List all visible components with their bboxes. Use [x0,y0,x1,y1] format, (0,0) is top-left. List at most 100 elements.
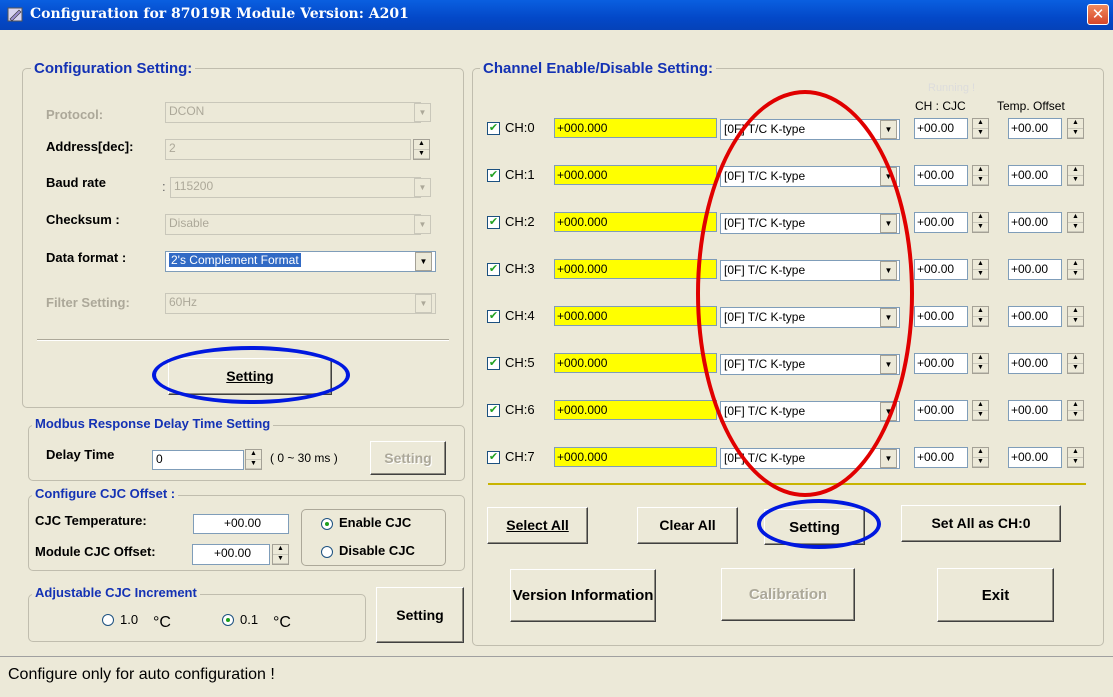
channel-type-select[interactable]: [0F] T/C K-type [720,448,900,469]
channel-value: +000.000 [554,212,717,232]
channel-offset-spin[interactable]: ▲ ▼ [1067,212,1084,233]
baud-colon: : [162,179,166,194]
cjc-offset-spin[interactable]: ▲ ▼ [272,544,289,565]
increment-setting-button[interactable]: Setting [376,587,464,643]
set-all-button[interactable]: Set All as CH:0 [901,505,1061,542]
filter-select[interactable]: 60Hz [165,293,436,314]
checksum-select[interactable]: Disable [165,214,421,235]
channel-type-select[interactable]: [0F] T/C K-type [720,119,900,140]
enable-cjc-radio[interactable] [321,518,333,530]
disable-cjc-label: Disable CJC [339,543,415,558]
calibration-button[interactable]: Calibration [721,568,855,621]
channel-checkbox[interactable]: ✔ [487,357,500,370]
cjc-temp-field[interactable]: +00.00 [193,514,289,534]
channel-offset-spin[interactable]: ▲ ▼ [1067,447,1084,468]
channel-cjc-field[interactable]: +00.00 [914,259,968,280]
window-title: Configuration for 87019R Module Version:… [30,6,409,22]
channel-offset-field[interactable]: +00.00 [1008,400,1062,421]
channel-offset-field[interactable]: +00.00 [1008,259,1062,280]
channel-offset-spin[interactable]: ▲ ▼ [1067,165,1084,186]
chevron-down-icon: ▼ [880,308,897,327]
channel-value: +000.000 [554,306,717,326]
channel-offset-spin[interactable]: ▲ ▼ [1067,259,1084,280]
increment-1-radio[interactable] [102,614,114,626]
clear-all-button[interactable]: Clear All [637,507,738,544]
modbus-setting-button[interactable]: Setting [370,441,446,475]
modbus-legend: Modbus Response Delay Time Setting [32,416,274,431]
channel-type-select[interactable]: [0F] T/C K-type [720,213,900,234]
channel-cjc-spin[interactable]: ▲ ▼ [972,306,989,327]
channel-offset-field[interactable]: +00.00 [1008,353,1062,374]
increment-1-unit: °C [153,614,171,631]
delay-spin[interactable]: ▲ ▼ [245,449,262,470]
channel-offset-spin[interactable]: ▲ ▼ [1067,353,1084,374]
channel-checkbox[interactable]: ✔ [487,404,500,417]
channel-offset-field[interactable]: +00.00 [1008,165,1062,186]
channel-cjc-spin[interactable]: ▲ ▼ [972,165,989,186]
config-setting-button[interactable]: Setting [168,358,332,395]
channel-checkbox[interactable]: ✔ [487,122,500,135]
channel-value: +000.000 [554,259,717,279]
channel-type-select[interactable]: [0F] T/C K-type [720,354,900,375]
increment-01-radio[interactable] [222,614,234,626]
address-field[interactable]: 2 [165,139,411,160]
config-legend: Configuration Setting: [31,60,196,77]
channel-cjc-field[interactable]: +00.00 [914,400,968,421]
channel-type-select[interactable]: [0F] T/C K-type [720,166,900,187]
channel-cjc-spin[interactable]: ▲ ▼ [972,259,989,280]
protocol-select[interactable]: DCON [165,102,421,123]
format-select[interactable]: 2's Complement Format [165,251,436,272]
baud-label: Baud rate [46,175,106,190]
version-button[interactable]: Version Information [510,569,656,622]
channel-offset-spin[interactable]: ▲ ▼ [1067,400,1084,421]
baud-select[interactable]: 115200 [170,177,421,198]
channel-label: CH:6 [505,402,535,417]
chevron-down-icon: ▼ [880,355,897,374]
exit-button[interactable]: Exit [937,568,1054,622]
channel-type-select[interactable]: [0F] T/C K-type [720,260,900,281]
channel-cjc-spin[interactable]: ▲ ▼ [972,400,989,421]
delay-range: ( 0 ~ 30 ms ) [270,451,338,465]
channel-checkbox[interactable]: ✔ [487,216,500,229]
channel-offset-field[interactable]: +00.00 [1008,212,1062,233]
channel-cjc-field[interactable]: +00.00 [914,447,968,468]
channel-checkbox[interactable]: ✔ [487,263,500,276]
channel-offset-spin[interactable]: ▲ ▼ [1067,306,1084,327]
channel-type-select[interactable]: [0F] T/C K-type [720,401,900,422]
channel-cjc-spin[interactable]: ▲ ▼ [972,353,989,374]
chevron-down-icon: ▼ [880,449,897,468]
config-setting-label: Setting [226,368,274,384]
select-all-button[interactable]: Select All [487,507,588,544]
channel-cjc-spin[interactable]: ▲ ▼ [972,447,989,468]
channel-checkbox[interactable]: ✔ [487,451,500,464]
channel-value: +000.000 [554,353,717,373]
channel-type-select[interactable]: [0F] T/C K-type [720,307,900,328]
channel-cjc-field[interactable]: +00.00 [914,353,968,374]
channel-setting-button[interactable]: Setting [764,509,865,545]
channel-checkbox[interactable]: ✔ [487,169,500,182]
chevron-down-icon: ▼ [414,215,431,234]
increment-01-label: 0.1 [240,612,259,627]
status-bar: Configure only for auto configuration ! [0,656,1113,697]
channel-cjc-field[interactable]: +00.00 [914,306,968,327]
delay-field[interactable]: 0 [152,450,244,470]
channel-label: CH:7 [505,449,535,464]
disable-cjc-radio[interactable] [321,546,333,558]
close-button[interactable]: ✕ [1087,4,1109,25]
col-cjc-header: CH : CJC [915,99,966,113]
channel-cjc-field[interactable]: +00.00 [914,212,968,233]
channel-offset-spin[interactable]: ▲ ▼ [1067,118,1084,139]
channel-cjc-spin[interactable]: ▲ ▼ [972,118,989,139]
channel-cjc-field[interactable]: +00.00 [914,118,968,139]
channel-offset-field[interactable]: +00.00 [1008,447,1062,468]
address-spin[interactable]: ▲ ▼ [413,139,430,160]
channel-label: CH:0 [505,120,535,135]
channel-offset-field[interactable]: +00.00 [1008,306,1062,327]
channel-cjc-field[interactable]: +00.00 [914,165,968,186]
col-offset-header: Temp. Offset [997,99,1065,113]
chevron-down-icon: ▼ [880,402,897,421]
channel-offset-field[interactable]: +00.00 [1008,118,1062,139]
channel-cjc-spin[interactable]: ▲ ▼ [972,212,989,233]
channel-checkbox[interactable]: ✔ [487,310,500,323]
cjc-offset-field[interactable]: +00.00 [192,544,270,565]
